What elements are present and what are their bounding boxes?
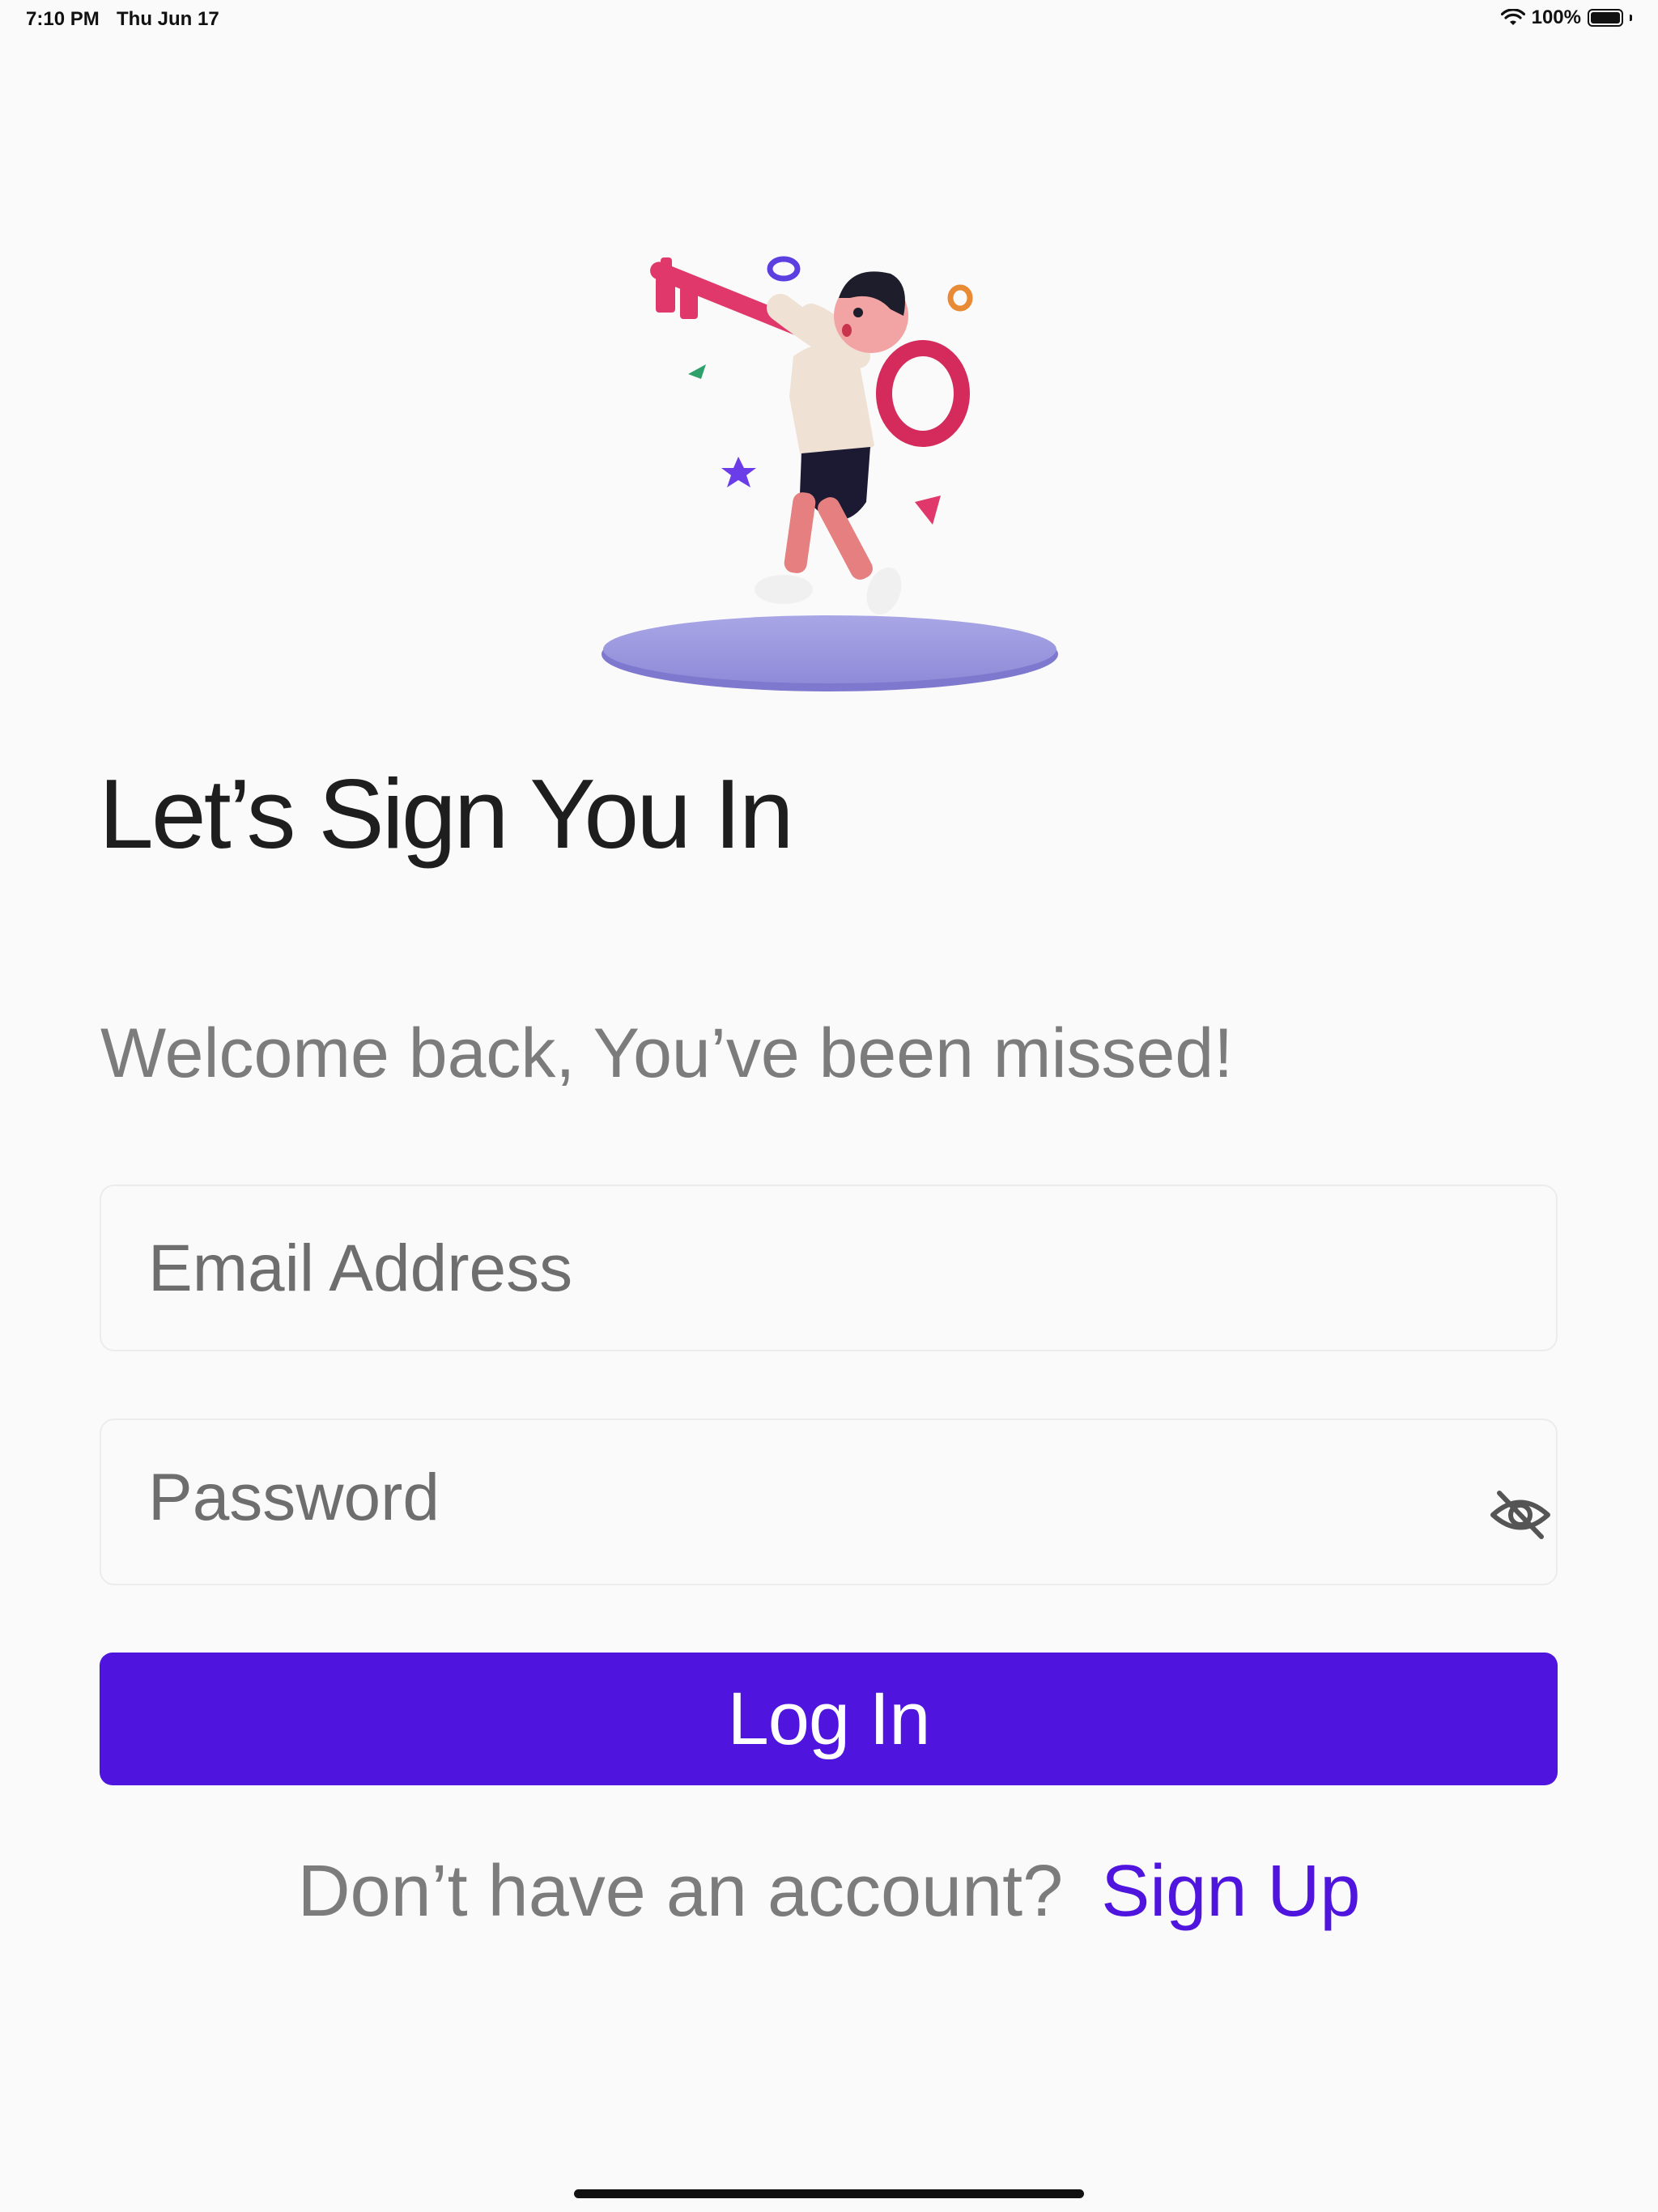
status-indicators: 100% [1500, 6, 1632, 29]
battery-icon [1588, 9, 1623, 27]
key-person-illustration [602, 256, 1058, 691]
battery-level [1591, 12, 1620, 23]
password-field[interactable] [147, 1420, 1445, 1576]
signup-row: Don’t have an account? Sign Up [0, 1850, 1658, 1933]
page-subtitle: Welcome back, You’ve been missed! [100, 1015, 1234, 1092]
status-date: Thu Jun 17 [117, 8, 219, 30]
email-field[interactable] [147, 1186, 1445, 1351]
eye-off-icon[interactable] [1488, 1487, 1553, 1543]
signup-link[interactable]: Sign Up [1101, 1851, 1360, 1932]
battery-cap [1630, 15, 1632, 21]
status-time: 7:10 PM [26, 8, 100, 30]
email-field-container [100, 1185, 1558, 1351]
password-field-container [100, 1419, 1558, 1585]
wifi-icon [1500, 9, 1525, 25]
battery-percent: 100% [1531, 6, 1581, 28]
status-bar: 7:10 PM Thu Jun 17 100% [0, 0, 1658, 39]
signup-prompt: Don’t have an account? [297, 1851, 1064, 1932]
sign-in-screen: 7:10 PM Thu Jun 17 100% Let’s Sign You I… [0, 0, 1658, 2212]
page-title: Let’s Sign You In [99, 759, 794, 869]
login-button[interactable]: Log In [100, 1653, 1558, 1785]
home-indicator[interactable] [574, 2189, 1084, 2198]
